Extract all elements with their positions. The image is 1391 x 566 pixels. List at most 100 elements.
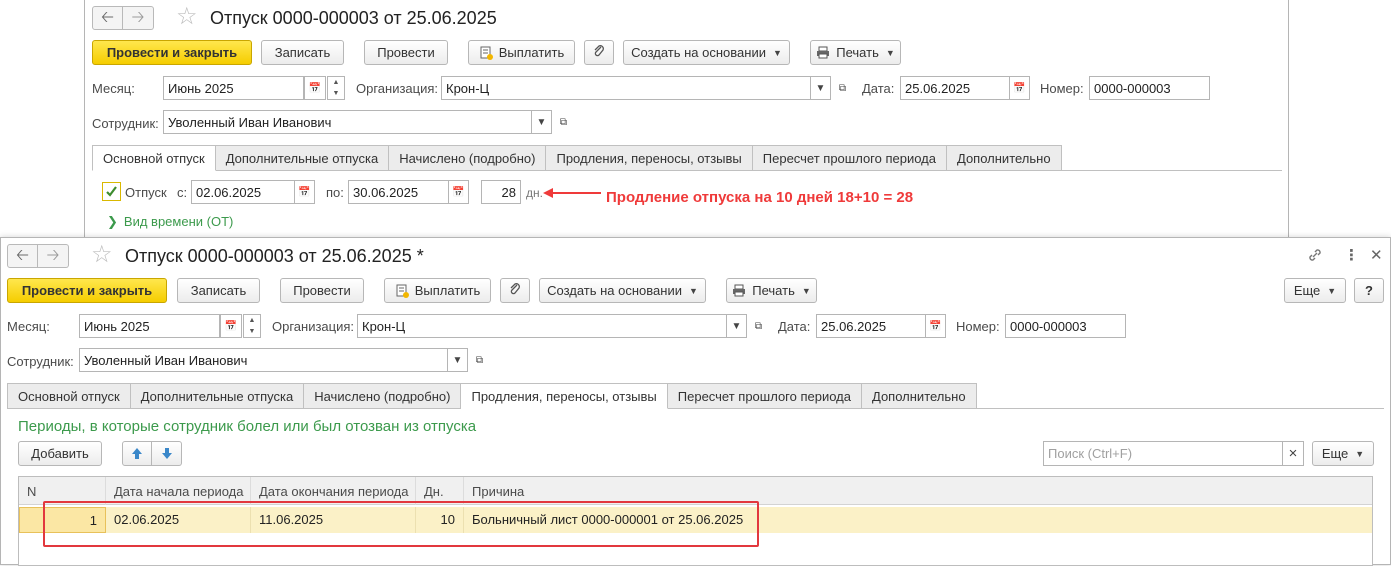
tab-accrued-detail[interactable]: Начислено (подробно) xyxy=(304,383,462,409)
post-and-close-button[interactable]: Провести и закрыть xyxy=(92,40,252,65)
vacation-checkbox[interactable] xyxy=(102,182,121,201)
search-clear-button[interactable]: × xyxy=(1282,441,1304,466)
annotation-text: Продление отпуска на 10 дней 18+10 = 28 xyxy=(606,189,914,206)
cell-reason[interactable]: Больничный лист 0000-000001 от 25.06.202… xyxy=(464,507,1372,533)
pay-button[interactable]: Выплатить xyxy=(468,40,575,65)
more-menu-icon[interactable]: ⋮ xyxy=(1344,246,1359,264)
attach-button[interactable] xyxy=(500,278,530,303)
col-n[interactable]: N xyxy=(19,477,106,505)
time-type-label: Вид времени (ОТ) xyxy=(123,214,234,229)
tab-bar: Основной отпуск Дополнительные отпуска Н… xyxy=(92,145,1062,171)
col-end-date[interactable]: Дата окончания периода xyxy=(251,477,416,505)
back-button[interactable]: 🡠 xyxy=(92,6,123,30)
organization-dropdown[interactable]: ▼ xyxy=(726,314,747,338)
date-calendar-button[interactable]: 📅 xyxy=(925,314,946,338)
tab-additional[interactable]: Дополнительно xyxy=(862,383,977,409)
date-calendar-button[interactable]: 📅 xyxy=(1009,76,1030,100)
time-type-link[interactable]: ❯ Вид времени (ОТ) xyxy=(107,214,233,230)
print-button[interactable]: Печать ▼ xyxy=(810,40,901,65)
month-spinner[interactable]: ▲ ▼ xyxy=(327,76,345,100)
organization-field[interactable]: Крон-Ц xyxy=(441,76,811,100)
employee-field[interactable]: Уволенный Иван Иванович xyxy=(79,348,448,372)
save-button[interactable]: Записать xyxy=(177,278,260,303)
help-button[interactable]: ? xyxy=(1354,278,1384,303)
month-spinner[interactable]: ▲ ▼ xyxy=(243,314,261,338)
date-field[interactable]: 25.06.2025 xyxy=(900,76,1010,100)
calendar-button[interactable]: 📅 xyxy=(220,314,242,338)
calendar-icon: 📅 xyxy=(224,320,238,332)
forward-button[interactable]: 🡢 xyxy=(38,244,69,268)
tab-recalculation[interactable]: Пересчет прошлого периода xyxy=(752,145,947,171)
post-button[interactable]: Провести xyxy=(280,278,364,303)
tab-main-vacation[interactable]: Основной отпуск xyxy=(92,145,216,171)
tab-extensions[interactable]: Продления, переносы, отзывы xyxy=(461,383,668,409)
tab-additional-vacations[interactable]: Дополнительные отпуска xyxy=(130,383,305,409)
organization-dropdown[interactable]: ▼ xyxy=(810,76,831,100)
date-to-field[interactable]: 30.06.2025 xyxy=(348,180,450,204)
number-label: Номер: xyxy=(1040,81,1084,96)
calendar-button[interactable]: 📅 xyxy=(304,76,326,100)
move-down-button[interactable] xyxy=(152,441,182,466)
dropdown-caret-icon: ▼ xyxy=(885,47,895,58)
create-based-on-button[interactable]: Создать на основании ▼ xyxy=(623,40,790,65)
forward-button[interactable]: 🡢 xyxy=(123,6,154,30)
employee-field[interactable]: Уволенный Иван Иванович xyxy=(163,110,532,134)
save-button[interactable]: Записать xyxy=(261,40,344,65)
favorite-star-icon[interactable]: ☆ xyxy=(176,5,198,29)
tab-extensions[interactable]: Продления, переносы, отзывы xyxy=(546,145,753,171)
back-button[interactable]: 🡠 xyxy=(7,244,38,268)
calendar-icon: 📅 xyxy=(298,186,311,198)
spin-up-icon: ▲ xyxy=(248,317,256,324)
month-field[interactable]: Июнь 2025 xyxy=(79,314,220,338)
month-label: Месяц: xyxy=(92,81,135,96)
table-more-button[interactable]: Еще ▼ xyxy=(1312,441,1374,466)
employee-dropdown[interactable]: ▼ xyxy=(447,348,468,372)
col-days[interactable]: Дн. xyxy=(416,477,464,505)
open-employee-button[interactable]: ⧉ xyxy=(554,110,573,134)
number-field[interactable]: 0000-000003 xyxy=(1005,314,1126,338)
table-row[interactable]: 1 02.06.2025 11.06.2025 10 Больничный ли… xyxy=(19,507,1372,533)
tab-additional[interactable]: Дополнительно xyxy=(947,145,1062,171)
date-to-calendar[interactable]: 📅 xyxy=(448,180,469,204)
col-start-date[interactable]: Дата начала периода xyxy=(106,477,251,505)
organization-field[interactable]: Крон-Ц xyxy=(357,314,727,338)
col-reason[interactable]: Причина xyxy=(464,477,1372,505)
post-button[interactable]: Провести xyxy=(364,40,448,65)
to-label: по: xyxy=(326,185,344,200)
close-icon[interactable]: ✕ xyxy=(1370,246,1383,264)
month-label: Месяц: xyxy=(7,319,50,334)
date-from-calendar[interactable]: 📅 xyxy=(294,180,315,204)
pay-button[interactable]: Выплатить xyxy=(384,278,491,303)
open-organization-button[interactable]: ⧉ xyxy=(749,314,768,338)
tab-bar: Основной отпуск Дополнительные отпуска Н… xyxy=(7,383,977,409)
open-employee-button[interactable]: ⧉ xyxy=(470,348,489,372)
create-based-on-button[interactable]: Создать на основании ▼ xyxy=(539,278,706,303)
number-field[interactable]: 0000-000003 xyxy=(1089,76,1210,100)
add-button[interactable]: Добавить xyxy=(18,441,102,466)
link-icon[interactable] xyxy=(1307,247,1323,267)
cell-days[interactable]: 10 xyxy=(416,507,464,533)
cell-n[interactable]: 1 xyxy=(19,507,106,533)
date-from-field[interactable]: 02.06.2025 xyxy=(191,180,295,204)
tab-additional-vacations[interactable]: Дополнительные отпуска xyxy=(215,145,390,171)
cell-end-date[interactable]: 11.06.2025 xyxy=(251,507,416,533)
tab-main-vacation[interactable]: Основной отпуск xyxy=(7,383,131,409)
days-field[interactable]: 28 xyxy=(481,180,521,204)
employee-dropdown[interactable]: ▼ xyxy=(531,110,552,134)
print-button[interactable]: Печать ▼ xyxy=(726,278,817,303)
month-field[interactable]: Июнь 2025 xyxy=(163,76,304,100)
more-button[interactable]: Еще ▼ xyxy=(1284,278,1346,303)
tab-recalculation[interactable]: Пересчет прошлого периода xyxy=(667,383,862,409)
date-field[interactable]: 25.06.2025 xyxy=(816,314,926,338)
open-organization-button[interactable]: ⧉ xyxy=(833,76,852,100)
attach-button[interactable] xyxy=(584,40,614,65)
chevron-right-icon: ❯ xyxy=(107,214,118,229)
cell-start-date[interactable]: 02.06.2025 xyxy=(106,507,251,533)
tab-accrued-detail[interactable]: Начислено (подробно) xyxy=(389,145,547,171)
search-input[interactable]: Поиск (Ctrl+F) xyxy=(1043,441,1283,466)
post-and-close-button[interactable]: Провести и закрыть xyxy=(7,278,167,303)
favorite-star-icon[interactable]: ☆ xyxy=(91,243,113,267)
arrow-up-icon xyxy=(132,448,142,459)
periods-table[interactable]: N Дата начала периода Дата окончания пер… xyxy=(18,476,1373,566)
move-up-button[interactable] xyxy=(122,441,152,466)
